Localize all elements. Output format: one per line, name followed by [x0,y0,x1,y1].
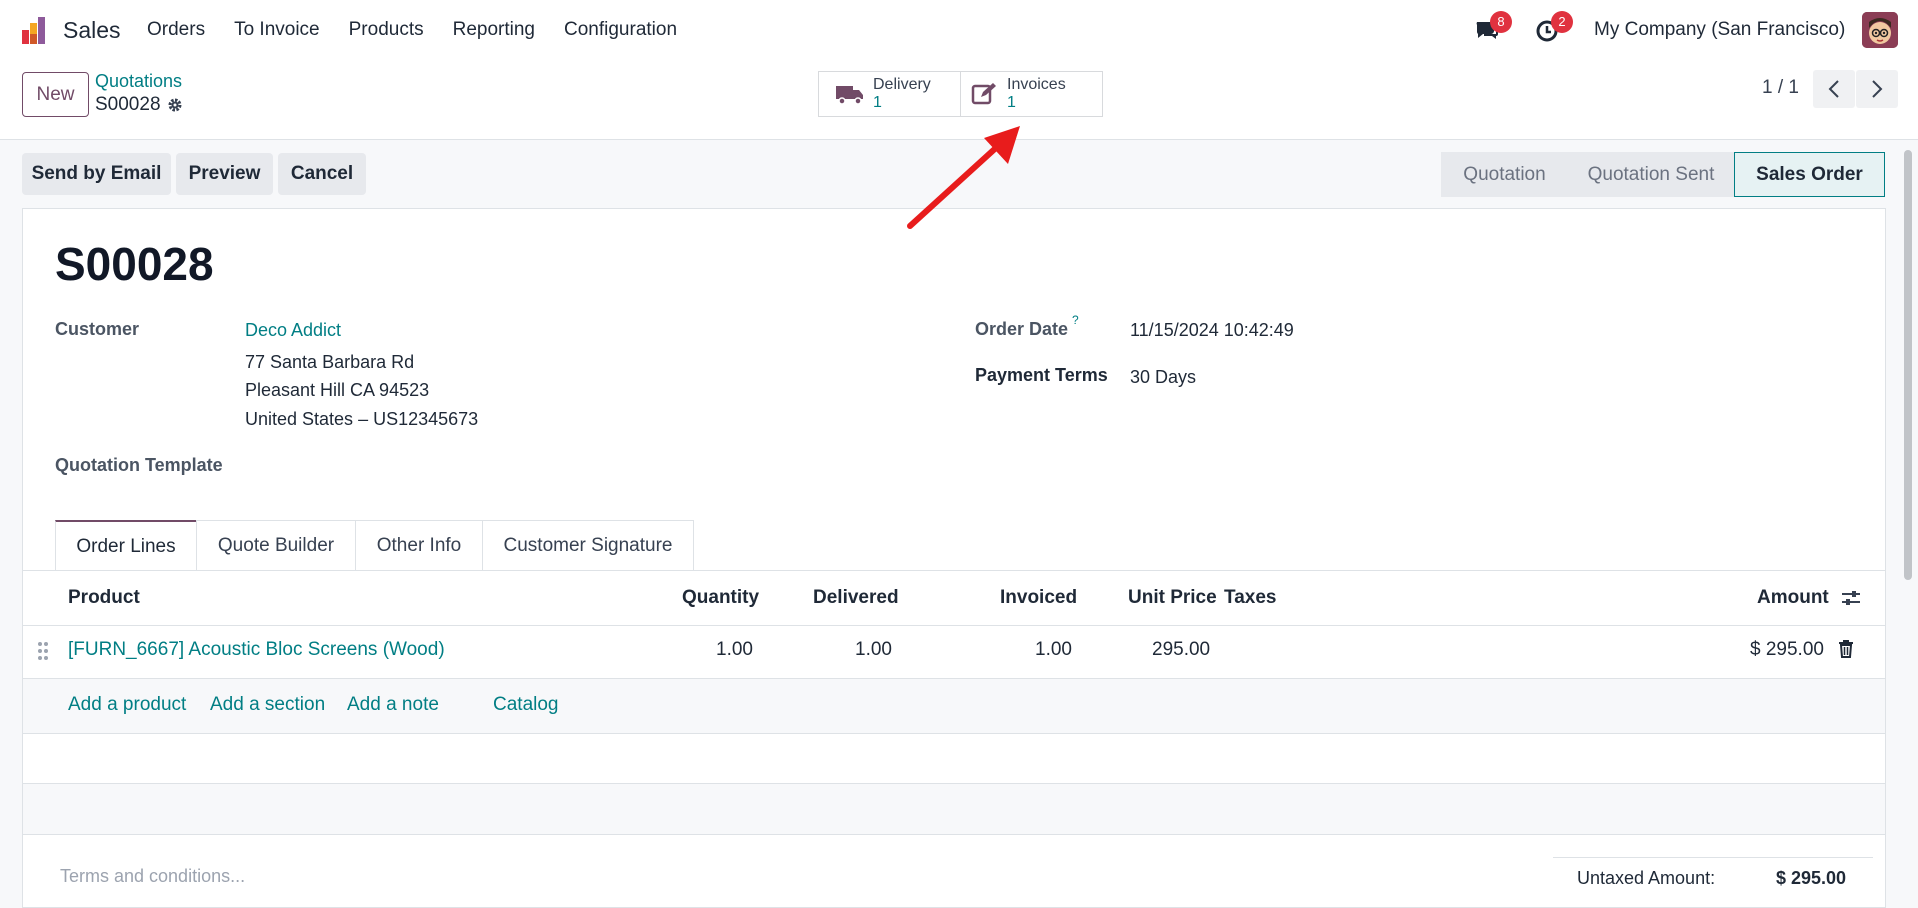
edit-invoice-icon [971,83,996,105]
chevron-right-icon [1872,80,1883,98]
pager-next-button[interactable] [1856,70,1898,108]
user-avatar[interactable] [1862,12,1898,48]
breadcrumb-quotations[interactable]: Quotations [95,71,182,92]
main-menu: Orders To Invoice Products Reporting Con… [147,19,706,41]
row-invoiced: 1.00 [1035,639,1072,660]
row-divider [23,783,1885,784]
menu-products[interactable]: Products [349,19,424,41]
notebook-tabs: Order Lines Quote Builder Other Info Cus… [55,520,694,571]
new-button[interactable]: New [22,72,89,117]
row-quantity[interactable]: 1.00 [716,639,753,661]
optional-columns-icon[interactable] [1840,587,1862,609]
status-quotation-sent[interactable]: Quotation Sent [1568,152,1734,197]
scrollbar[interactable] [1904,150,1912,580]
tab-other-info[interactable]: Other Info [355,520,483,571]
page-title: S00028 [55,238,214,290]
add-note-link[interactable]: Add a note [347,694,439,716]
address-line-1: 77 Santa Barbara Rd [245,352,415,372]
row-amount: $ 295.00 [1750,639,1824,660]
terms-input[interactable]: Terms and conditions... [60,866,245,887]
send-by-email-button[interactable]: Send by Email [22,153,171,195]
column-taxes[interactable]: Taxes [1224,587,1276,609]
cancel-button[interactable]: Cancel [278,153,366,195]
payment-terms-label: Payment Terms [975,365,1108,385]
trash-icon[interactable] [1838,640,1854,658]
tab-order-lines[interactable]: Order Lines [55,520,197,571]
add-product-link[interactable]: Add a product [68,694,186,716]
address-line-2: Pleasant Hill CA 94523 [245,380,430,400]
company-switcher[interactable]: My Company (San Francisco) [1594,19,1845,41]
order-date-help[interactable]: ? [1072,313,1079,327]
row-unit-price[interactable]: 295.00 [1152,639,1210,661]
totals-divider [1553,857,1873,858]
row-product[interactable]: [FURN_6667] Acoustic Bloc Screens (Wood) [68,639,445,661]
menu-orders[interactable]: Orders [147,19,205,41]
tab-quote-builder[interactable]: Quote Builder [196,520,356,571]
column-delivered[interactable]: Delivered [813,587,899,609]
menu-to-invoice[interactable]: To Invoice [234,19,320,41]
row-delivered[interactable]: 1.00 [855,639,892,661]
invoices-count: 1 [1007,94,1016,111]
status-bar: Quotation Quotation Sent Sales Order [1441,152,1885,197]
delivery-smart-button[interactable]: Delivery 1 [818,71,961,117]
row-divider [23,733,1885,734]
column-amount[interactable]: Amount [1757,587,1829,609]
sales-app-icon[interactable] [20,14,52,46]
pager-previous-button[interactable] [1813,70,1855,108]
breadcrumb: S00028 [95,94,183,116]
annotation-arrow [907,126,1020,229]
payment-terms-value[interactable]: 30 Days [1130,367,1196,388]
tab-customer-signature[interactable]: Customer Signature [482,520,694,571]
column-quantity[interactable]: Quantity [682,587,759,609]
messages-badge: 8 [1490,11,1512,33]
delivery-count: 1 [873,94,882,111]
column-unit-price[interactable]: Unit Price [1128,587,1217,609]
chevron-left-icon [1828,80,1839,98]
top-navbar: Sales Orders To Invoice Products Reporti… [0,0,1918,60]
empty-row [23,784,1885,834]
invoices-smart-button[interactable]: Invoices 1 [960,71,1103,117]
status-quotation[interactable]: Quotation [1441,152,1568,197]
quotation-template-label: Quotation Template [55,455,223,475]
customer-label: Customer [55,319,140,339]
header-divider [23,625,1885,626]
catalog-link[interactable]: Catalog [493,694,559,716]
menu-reporting[interactable]: Reporting [453,19,535,41]
gear-icon[interactable] [167,97,183,113]
activities-button[interactable]: 2 [1535,11,1573,43]
pager-value[interactable]: 1 / 1 [1762,77,1799,99]
breadcrumb-current: S00028 [95,94,161,115]
row-divider [23,834,1885,835]
address-line-3: United States – US12345673 [245,409,479,429]
preview-button[interactable]: Preview [176,153,273,195]
status-sales-order[interactable]: Sales Order [1734,152,1885,197]
order-date-label: Order Date [975,319,1069,339]
app-name[interactable]: Sales [63,17,121,44]
activities-badge: 2 [1551,11,1573,33]
column-invoiced[interactable]: Invoiced [1000,587,1077,609]
add-section-link[interactable]: Add a section [210,694,325,716]
column-product[interactable]: Product [68,587,140,609]
avatar-face-icon [1862,12,1898,48]
tab-divider [23,570,1885,571]
delivery-label: Delivery [873,76,931,93]
customer-name[interactable]: Deco Addict [245,320,341,341]
order-date-value[interactable]: 11/15/2024 10:42:49 [1130,320,1294,341]
menu-configuration[interactable]: Configuration [564,19,677,41]
messages-button[interactable]: 8 [1474,11,1512,43]
invoices-label: Invoices [1007,76,1066,93]
drag-handle-icon[interactable] [37,641,49,661]
truck-icon [836,86,863,105]
